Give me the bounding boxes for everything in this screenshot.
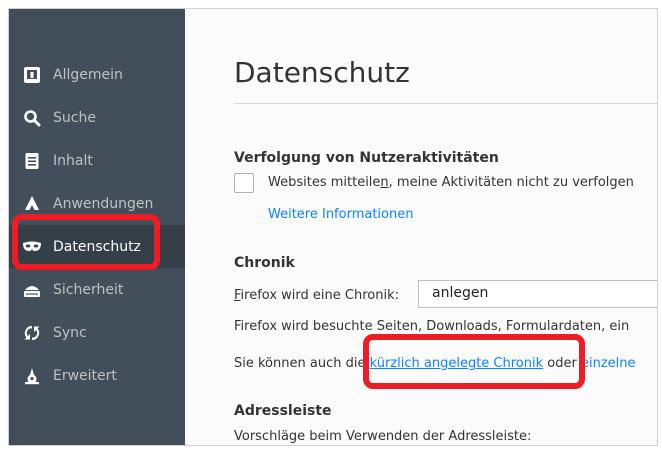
sidebar-item-sync[interactable]: Sync [9,311,185,354]
sidebar: Allgemein Suche Inhalt Anwendungen Daten… [9,9,185,445]
preferences-content: Datenschutz Verfolgung von Nutzeraktivit… [185,9,657,445]
security-icon [21,279,43,301]
individual-cookies-link[interactable]: einzelne [581,356,636,371]
preferences-window: Allgemein Suche Inhalt Anwendungen Daten… [8,8,658,446]
sidebar-item-sicherheit[interactable]: Sicherheit [9,268,185,311]
addressbar-heading: Adressleiste [234,403,332,419]
search-icon [21,107,43,129]
sidebar-item-label: Anwendungen [53,195,154,212]
applications-icon [21,193,43,215]
sidebar-item-label: Datenschutz [53,238,141,255]
addressbar-suggestions-label: Vorschläge beim Verwenden der Adressleis… [234,429,532,444]
general-icon [21,64,43,86]
more-info-link[interactable]: Weitere Informationen [268,207,413,222]
sidebar-item-inhalt[interactable]: Inhalt [9,139,185,182]
sidebar-item-suche[interactable]: Suche [9,96,185,139]
history-description: Firefox wird besuchte Seiten, Downloads,… [234,319,630,334]
do-not-track-checkbox[interactable] [234,173,254,193]
sidebar-item-label: Allgemein [53,66,123,83]
tracking-heading: Verfolgung von Nutzeraktivitäten [234,150,499,166]
clear-history-text: Sie können auch die kürzlich angelegte C… [234,356,636,371]
sidebar-item-label: Erweitert [53,367,117,384]
sidebar-item-label: Inhalt [53,152,93,169]
sidebar-item-label: Sicherheit [53,281,124,298]
page-title: Datenschutz [234,56,410,89]
title-divider [234,103,657,104]
history-heading: Chronik [234,255,295,271]
do-not-track-label[interactable]: Websites mitteilen, meine Aktivitäten ni… [268,175,634,190]
sidebar-item-label: Sync [53,324,87,341]
content-icon [21,150,43,172]
sidebar-item-erweitert[interactable]: Erweitert [9,354,185,397]
history-mode-value: anlegen [432,285,489,301]
sidebar-item-allgemein[interactable]: Allgemein [9,53,185,96]
history-mode-label: Firefox wird eine Chronik: [234,288,399,303]
privacy-mask-icon [21,236,43,258]
history-mode-select[interactable]: anlegen [418,280,657,308]
sync-icon [21,322,43,344]
sidebar-item-label: Suche [53,109,96,126]
sidebar-item-datenschutz[interactable]: Datenschutz [9,225,185,268]
sidebar-item-anwendungen[interactable]: Anwendungen [9,182,185,225]
advanced-icon [21,365,43,387]
recent-history-link[interactable]: kürzlich angelegte Chronik [370,356,544,371]
